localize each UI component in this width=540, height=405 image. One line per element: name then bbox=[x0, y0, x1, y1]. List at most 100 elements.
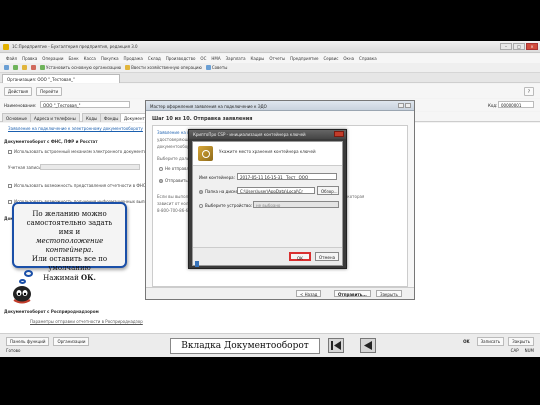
folder-icon[interactable] bbox=[22, 65, 27, 70]
tab-addresses[interactable]: Адреса и телефоны bbox=[30, 113, 80, 122]
report-checkbox[interactable] bbox=[8, 183, 12, 188]
code-label: Код: bbox=[488, 103, 498, 108]
folder-path-field[interactable]: C:\Users\user\AppData\Local\Cr bbox=[237, 187, 315, 194]
app-title: 1С:Предприятие - Бухгалтерия предприятия… bbox=[12, 44, 138, 49]
nav-back-button[interactable] bbox=[360, 338, 376, 353]
info-checkbox[interactable] bbox=[8, 199, 12, 204]
section-rpn-title: Документооборот с Росприроднадзором bbox=[4, 309, 99, 314]
hint-line-5: Нажимай ОК. bbox=[20, 273, 119, 283]
tips-button[interactable]: Советы bbox=[205, 65, 228, 70]
wizard-title: Мастер оформления заявления на подключен… bbox=[150, 104, 267, 109]
menu-production[interactable]: Производство bbox=[166, 56, 196, 61]
delete-icon[interactable] bbox=[31, 65, 36, 70]
callout-bubble-1 bbox=[24, 270, 33, 277]
device-select[interactable]: не выбрано bbox=[253, 201, 339, 208]
tab-codes[interactable]: Коды bbox=[82, 113, 102, 122]
menu-reports[interactable]: Отчеты bbox=[269, 56, 285, 61]
account-field[interactable] bbox=[40, 164, 140, 170]
new-doc-icon[interactable] bbox=[4, 65, 9, 70]
builtin-checkbox[interactable] bbox=[8, 149, 12, 154]
menu-help[interactable]: Справка bbox=[359, 56, 377, 61]
menu-sales[interactable]: Продажа bbox=[124, 56, 143, 61]
account-option: Учетная запись bbox=[8, 165, 41, 170]
wizard-step-title: Шаг 10 из 10. Отправка заявления bbox=[152, 116, 253, 122]
send-radio[interactable] bbox=[159, 178, 163, 183]
hint-callout: По желанию можно самостоятельно задать и… bbox=[12, 202, 127, 282]
help-button[interactable]: ? bbox=[523, 87, 534, 96]
tab-main[interactable]: Основные bbox=[2, 113, 32, 122]
menu-windows[interactable]: Окна bbox=[343, 56, 354, 61]
account-label: Учетная запись bbox=[8, 165, 41, 170]
hint-line-4: Или оставить все по умолчанию bbox=[31, 255, 108, 272]
wizard-close-text-button[interactable]: Закрыть bbox=[376, 290, 402, 297]
tab-organization[interactable]: Организация: ООО "_Тестовая_" bbox=[2, 74, 120, 83]
enter-operation-button[interactable]: Ввести хозяйственную операцию bbox=[125, 65, 202, 70]
hint-line-5-text: Нажимай bbox=[43, 274, 81, 282]
statement-link[interactable]: Заявление на подключение к электронному … bbox=[8, 126, 143, 131]
menu-edit[interactable]: Правка bbox=[22, 56, 37, 61]
menu-service[interactable]: Сервис bbox=[323, 56, 338, 61]
container-name-field[interactable]: 2017-05-11 16-15-31 _Тест_ ООО bbox=[237, 173, 337, 180]
report-option[interactable]: Использовать возможность представления о… bbox=[8, 183, 152, 188]
tips-label: Советы bbox=[211, 65, 228, 70]
wizard-send-button[interactable]: Отправить... bbox=[334, 290, 371, 297]
wizard-minimize-button[interactable] bbox=[398, 103, 404, 108]
menu-warehouse[interactable]: Склад bbox=[148, 56, 161, 61]
menu-fixed-assets[interactable]: ОС bbox=[200, 56, 206, 61]
hint-line-5-bold: ОК. bbox=[81, 273, 96, 282]
menu-file[interactable]: Файл bbox=[6, 56, 17, 61]
menu-operations[interactable]: Операции bbox=[42, 56, 63, 61]
menu-bar: Файл Правка Операции Банк Касса Покупка … bbox=[0, 54, 540, 63]
code-field[interactable]: 00000001 bbox=[498, 101, 534, 108]
first-icon bbox=[331, 341, 341, 350]
device-label: Выберите устройство: bbox=[205, 203, 253, 208]
cryptopro-close-button[interactable] bbox=[334, 131, 344, 137]
window-buttons: – □ × bbox=[500, 43, 538, 50]
device-radio[interactable] bbox=[199, 203, 203, 208]
key-container-icon bbox=[198, 146, 213, 161]
hint-line-2: самостоятельно задать имя и bbox=[26, 219, 113, 236]
menu-enterprise[interactable]: Предприятие bbox=[290, 56, 318, 61]
cryptopro-header: Укажите место хранения контейнера ключей bbox=[193, 142, 342, 166]
tips-icon bbox=[205, 65, 211, 70]
taskbar-marker bbox=[195, 261, 199, 267]
maximize-button[interactable]: □ bbox=[513, 43, 525, 50]
section-docflow-title: Документооборот с ФНС, ПФР и Росстат bbox=[4, 139, 98, 144]
name-field[interactable]: ООО "_Тестовая_" bbox=[40, 101, 130, 108]
set-main-org-label: Установить основную организацию bbox=[46, 65, 122, 70]
close-window-button[interactable]: × bbox=[526, 43, 538, 50]
folder-option[interactable]: Папка на диске: bbox=[199, 189, 239, 194]
rpn-params-link[interactable]: Параметры отправки отчетности в Росприро… bbox=[30, 319, 143, 324]
menu-cash[interactable]: Касса bbox=[84, 56, 96, 61]
minimize-button[interactable]: – bbox=[500, 43, 512, 50]
menu-intangibles[interactable]: НМА bbox=[211, 56, 220, 61]
folder-radio[interactable] bbox=[199, 189, 203, 194]
wizard-close-button[interactable] bbox=[405, 103, 411, 108]
browse-button[interactable]: Обзор... bbox=[317, 186, 339, 195]
menu-hr[interactable]: Кадры bbox=[251, 56, 265, 61]
cryptopro-header-text: Укажите место хранения контейнера ключей bbox=[219, 149, 316, 154]
actions-button[interactable]: Действия bbox=[4, 87, 33, 96]
menu-salary[interactable]: Зарплата bbox=[226, 56, 246, 61]
form-command-bar: Действия Перейти ? bbox=[0, 84, 540, 98]
name-label: Наименование: bbox=[4, 103, 37, 108]
hint-line-3: местоположение контейнера. bbox=[35, 237, 104, 254]
toolbar: Установить основную организацию Ввести х… bbox=[0, 63, 540, 73]
device-option[interactable]: Выберите устройство: bbox=[199, 203, 252, 208]
menu-purchase[interactable]: Покупка bbox=[101, 56, 119, 61]
cryptopro-footer: ОК Отмена bbox=[193, 247, 342, 265]
cryptopro-ok-button[interactable]: ОК bbox=[289, 252, 311, 261]
goto-button[interactable]: Перейти bbox=[36, 87, 63, 96]
nav-first-button[interactable] bbox=[328, 338, 344, 353]
wizard-back-button[interactable]: < Назад bbox=[296, 290, 322, 297]
no-send-radio[interactable] bbox=[159, 166, 163, 171]
title-bar: 1С:Предприятие - Бухгалтерия предприятия… bbox=[0, 41, 540, 53]
set-main-org-button[interactable]: Установить основную организацию bbox=[40, 65, 121, 70]
copy-icon[interactable] bbox=[13, 65, 18, 70]
hint-line-1: По желанию можно bbox=[32, 210, 107, 218]
menu-bank[interactable]: Банк bbox=[68, 56, 78, 61]
document-tab-bar: Организация: ООО "_Тестовая_" bbox=[0, 73, 540, 83]
cryptopro-cancel-button[interactable]: Отмена bbox=[315, 252, 339, 261]
builtin-option[interactable]: Использовать встроенный механизм электро… bbox=[8, 149, 163, 154]
cryptopro-dialog: КриптоПро CSP - инициализация контейнера… bbox=[188, 129, 347, 269]
